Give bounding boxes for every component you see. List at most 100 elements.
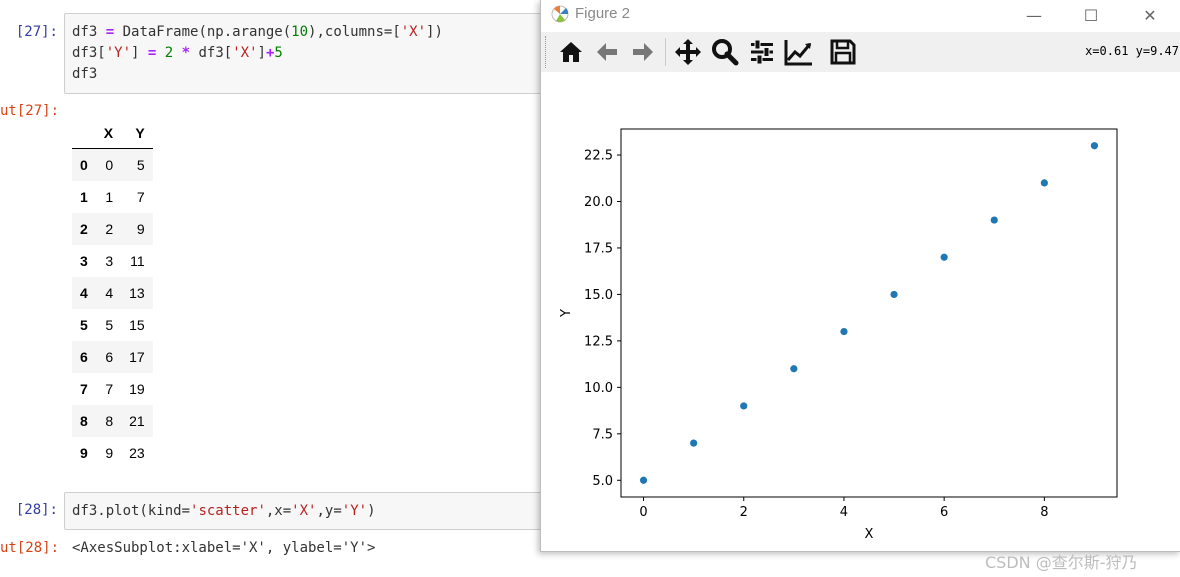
save-button[interactable] xyxy=(827,36,859,68)
code-line-3: df3 xyxy=(72,66,98,82)
code-line-1: df3 = DataFrame(np.arange(10),columns=['… xyxy=(72,24,443,40)
y-tick-label: 10.0 xyxy=(584,381,613,396)
code-cell-28[interactable]: df3.plot(kind='scatter',x='X',y='Y') xyxy=(64,492,564,530)
table-cell: 21 xyxy=(129,413,145,429)
title-bar[interactable]: Figure 2 — ☐ ✕ xyxy=(541,0,1180,30)
table-column-header: Y xyxy=(121,118,153,149)
edit-axes-icon xyxy=(784,40,812,66)
forward-arrow-icon xyxy=(633,43,653,61)
x-tick-label: 4 xyxy=(840,505,848,520)
home-button[interactable] xyxy=(555,36,587,68)
y-tick-label: 15.0 xyxy=(584,288,613,303)
table-cell: 6 xyxy=(105,349,114,365)
table-cell: 7 xyxy=(105,381,114,397)
plot-background xyxy=(541,72,1180,550)
scatter-point xyxy=(840,327,848,336)
back-arrow-icon xyxy=(597,43,617,61)
table-row: 9 9 23 xyxy=(72,437,153,469)
code-line-plot: df3.plot(kind='scatter',x='X',y='Y') xyxy=(72,503,376,519)
y-tick-label: 17.5 xyxy=(584,241,613,256)
table-row-index: 4 xyxy=(80,285,88,301)
forward-button[interactable] xyxy=(627,36,659,68)
y-tick-label: 20.0 xyxy=(584,195,613,210)
table-row: 0 0 5 xyxy=(72,148,153,181)
table-cell: 19 xyxy=(129,381,145,397)
y-tick-label: 22.5 xyxy=(584,149,613,164)
scatter-point xyxy=(890,290,898,299)
scatter-point xyxy=(1040,179,1048,187)
table-cell: 4 xyxy=(105,285,114,301)
table-cell: 13 xyxy=(129,285,145,301)
table-row: 4 4 13 xyxy=(72,277,153,309)
table-row: 3 3 11 xyxy=(72,245,153,277)
table-cell: 8 xyxy=(105,413,114,429)
table-cell: 2 xyxy=(105,221,114,237)
in-prompt-28: [28]: xyxy=(15,502,58,518)
table-cell: 9 xyxy=(136,221,145,237)
table-row: 6 6 17 xyxy=(72,341,153,373)
x-tick-label: 0 xyxy=(639,505,647,520)
matplotlib-icon xyxy=(551,5,569,23)
table-row-index: 7 xyxy=(80,381,88,397)
table-row-index: 9 xyxy=(80,445,88,461)
table-row: 5 5 15 xyxy=(72,309,153,341)
code-line-2: df3['Y'] = 2 * df3['X']+5 xyxy=(72,45,283,61)
home-icon xyxy=(560,42,582,62)
scatter-point xyxy=(940,253,948,261)
table-row-index: 8 xyxy=(80,413,88,429)
x-axis-label: X xyxy=(865,527,874,542)
x-tick-label: 2 xyxy=(740,505,748,520)
table-row: 7 7 19 xyxy=(72,373,153,405)
table-cell: 15 xyxy=(129,317,145,333)
table-row-index: 3 xyxy=(80,253,88,269)
subplots-button[interactable] xyxy=(746,36,778,68)
table-row-index: 5 xyxy=(80,317,88,333)
window-title: Figure 2 xyxy=(575,5,631,22)
scatter-plot[interactable]: 5.0 7.5 10.0 12.5 15.0 17.5 20.0 22.5 0 2 4 6 8 X Y xyxy=(541,72,1180,550)
x-tick-label: 6 xyxy=(940,505,948,520)
y-tick-label: 7.5 xyxy=(592,427,613,442)
table-cell: 3 xyxy=(105,253,114,269)
scatter-point xyxy=(690,439,698,447)
zoom-button[interactable] xyxy=(709,36,741,68)
y-tick-label: 12.5 xyxy=(584,334,613,349)
table-cell: 0 xyxy=(105,157,114,173)
table-row-index: 1 xyxy=(80,189,88,205)
code-cell-27[interactable]: df3 = DataFrame(np.arange(10),columns=['… xyxy=(64,13,564,94)
x-tick-label: 8 xyxy=(1040,505,1048,520)
scatter-point xyxy=(1090,142,1099,150)
output-text-28: <AxesSubplot:xlabel='X', ylabel='Y'> xyxy=(72,540,376,556)
close-button[interactable]: ✕ xyxy=(1127,0,1173,30)
save-icon xyxy=(830,39,856,65)
cursor-coordinates: x=0.61 y=9.47 xyxy=(1085,44,1179,58)
scatter-point xyxy=(990,216,998,224)
dataframe-table: XY 0 0 5 1 1 7 2 2 9 3 3 11 4 4 13 5 5 15 6 6 17 7 7 19 8 8 21 9 9 23 xyxy=(72,118,153,469)
out-prompt-27: ut[27]: xyxy=(0,103,60,119)
toolbar: x=0.61 y=9.47 xyxy=(541,32,1180,72)
y-tick-label: 5.0 xyxy=(592,474,613,489)
table-index-header xyxy=(72,118,96,149)
table-cell: 11 xyxy=(130,253,145,269)
table-row: 1 1 7 xyxy=(72,181,153,213)
pan-button[interactable] xyxy=(672,36,704,68)
table-cell: 5 xyxy=(105,317,114,333)
maximize-button[interactable]: ☐ xyxy=(1068,0,1114,30)
scatter-point xyxy=(740,402,748,410)
table-column-header: X xyxy=(95,118,122,149)
table-row-index: 0 xyxy=(80,157,88,173)
out-prompt-28: ut[28]: xyxy=(0,540,60,556)
edit-axes-button[interactable] xyxy=(783,36,815,68)
subplots-icon xyxy=(751,39,773,65)
figure-window[interactable]: Figure 2 — ☐ ✕ x=0.61 y=9.47 5.0 7.5 10.… xyxy=(540,0,1180,552)
back-button[interactable] xyxy=(591,36,623,68)
table-cell: 5 xyxy=(136,157,145,173)
table-cell: 1 xyxy=(105,189,114,205)
scatter-point xyxy=(639,476,648,484)
in-prompt-27: [27]: xyxy=(15,24,58,40)
table-row: 8 8 21 xyxy=(72,405,153,437)
table-cell: 23 xyxy=(129,445,145,461)
scatter-point xyxy=(790,365,798,373)
table-row-index: 6 xyxy=(80,349,88,365)
minimize-button[interactable]: — xyxy=(1011,0,1057,30)
zoom-icon xyxy=(712,39,739,66)
